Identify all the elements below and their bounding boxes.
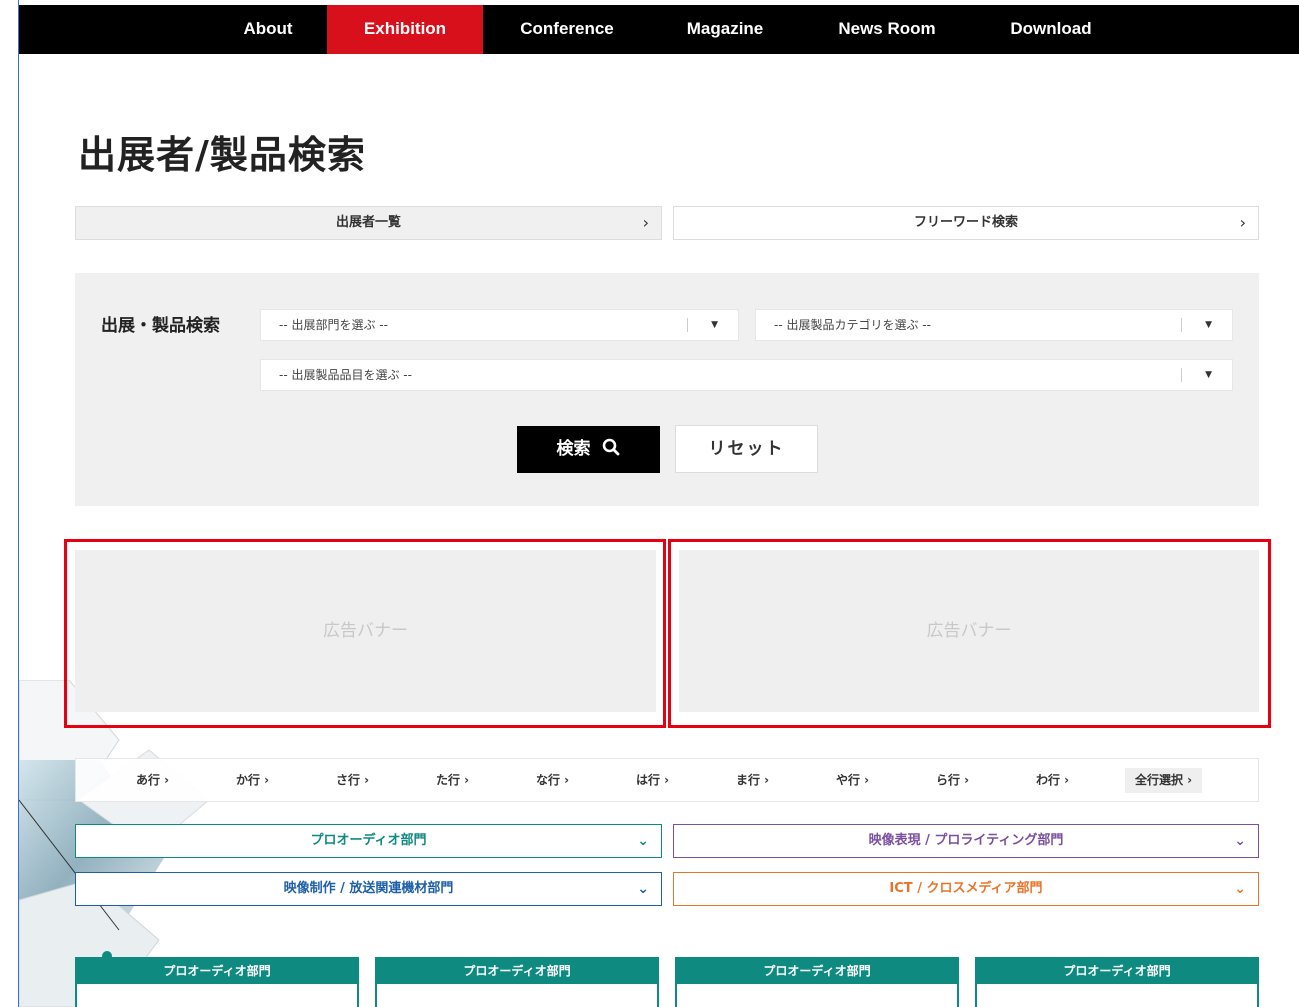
- caret-down-icon: ▼: [711, 320, 718, 330]
- kana-sa[interactable]: さ行 ›: [336, 759, 369, 801]
- kana-na[interactable]: な行 ›: [536, 759, 569, 801]
- tab-exhibitor-list[interactable]: 出展者一覧 ›: [75, 206, 662, 240]
- category-select[interactable]: -- 出展製品カテゴリを選ぶ -- ▼: [755, 309, 1233, 341]
- nav-magazine[interactable]: Magazine: [669, 5, 781, 54]
- kana-ra[interactable]: ら行 ›: [936, 759, 969, 801]
- exhibitor-card-header: プロオーディオ部門: [377, 959, 657, 984]
- tab-free-word-search-label: フリーワード検索: [913, 215, 1018, 230]
- chevron-right-icon: ›: [1239, 213, 1246, 232]
- kana-ta[interactable]: た行 ›: [436, 759, 469, 801]
- kana-select-all[interactable]: 全行選択 ›: [1125, 768, 1203, 793]
- exhibitor-card[interactable]: プロオーディオ部門: [675, 957, 959, 1007]
- nav-download[interactable]: Download: [991, 5, 1111, 54]
- search-button[interactable]: 検索: [517, 426, 660, 473]
- kana-ma[interactable]: ま行 ›: [736, 759, 769, 801]
- category-video-broadcast-label: 映像制作 / 放送関連機材部門: [283, 881, 454, 896]
- division-select-value: -- 出展部門を選ぶ --: [279, 318, 388, 332]
- search-panel: 出展・製品検索 -- 出展部門を選ぶ -- ▼ -- 出展製品カテゴリを選ぶ -…: [75, 273, 1259, 506]
- tab-free-word-search[interactable]: フリーワード検索 ›: [673, 206, 1259, 240]
- ad-banner-left[interactable]: 広告バナー: [75, 550, 656, 712]
- exhibitor-card-header: プロオーディオ部門: [677, 959, 957, 984]
- nav-conference[interactable]: Conference: [503, 5, 631, 54]
- caret-down-icon: ▼: [1205, 370, 1212, 380]
- exhibitor-card-header: プロオーディオ部門: [77, 959, 357, 984]
- chevron-down-icon: ⌄: [1234, 833, 1246, 849]
- chevron-right-icon: ›: [642, 213, 649, 232]
- exhibitor-card[interactable]: プロオーディオ部門: [375, 957, 659, 1007]
- chevron-down-icon: ⌄: [637, 881, 649, 897]
- select-divider: [1181, 318, 1182, 332]
- category-pro-audio[interactable]: プロオーディオ部門 ⌄: [75, 824, 662, 858]
- item-select[interactable]: -- 出展製品品目を選ぶ -- ▼: [260, 359, 1233, 391]
- category-video-broadcast[interactable]: 映像制作 / 放送関連機材部門 ⌄: [75, 872, 662, 906]
- item-select-value: -- 出展製品品目を選ぶ --: [279, 368, 412, 382]
- nav-news-room[interactable]: News Room: [819, 5, 955, 54]
- select-divider: [1181, 368, 1182, 382]
- kana-ya[interactable]: や行 ›: [836, 759, 869, 801]
- category-visual-lighting-label: 映像表現 / プロライティング部門: [868, 833, 1064, 848]
- exhibitor-card[interactable]: プロオーディオ部門: [75, 957, 359, 1007]
- category-ict-crossmedia[interactable]: ICT / クロスメディア部門 ⌄: [673, 872, 1259, 906]
- main-nav: About Exhibition Conference Magazine New…: [19, 5, 1299, 54]
- ad-banner-right[interactable]: 広告バナー: [679, 550, 1259, 712]
- nav-about[interactable]: About: [223, 5, 313, 54]
- page-title: 出展者/製品検索: [78, 133, 366, 177]
- category-select-value: -- 出展製品カテゴリを選ぶ --: [774, 318, 931, 332]
- kana-ka[interactable]: か行 ›: [236, 759, 269, 801]
- search-button-label: 検索: [556, 439, 591, 459]
- chevron-down-icon: ⌄: [1234, 881, 1246, 897]
- reset-button[interactable]: リセット: [675, 425, 818, 473]
- division-select[interactable]: -- 出展部門を選ぶ -- ▼: [260, 309, 739, 341]
- select-divider: [687, 318, 688, 332]
- search-icon: [603, 438, 620, 456]
- exhibitor-card-header: プロオーディオ部門: [977, 959, 1257, 984]
- kana-filter-row: あ行 › か行 › さ行 › た行 › な行 › は行 › ま行 › や行 › …: [75, 758, 1259, 802]
- kana-wa[interactable]: わ行 ›: [1036, 759, 1069, 801]
- caret-down-icon: ▼: [1205, 320, 1212, 330]
- kana-ha[interactable]: は行 ›: [636, 759, 669, 801]
- category-ict-crossmedia-label: ICT / クロスメディア部門: [889, 881, 1043, 896]
- nav-exhibition[interactable]: Exhibition: [327, 5, 483, 54]
- category-pro-audio-label: プロオーディオ部門: [310, 833, 427, 848]
- chevron-down-icon: ⌄: [637, 833, 649, 849]
- tab-exhibitor-list-label: 出展者一覧: [335, 215, 401, 230]
- kana-a[interactable]: あ行 ›: [136, 759, 169, 801]
- exhibitor-card[interactable]: プロオーディオ部門: [975, 957, 1259, 1007]
- search-panel-label: 出展・製品検索: [101, 316, 220, 336]
- category-visual-lighting[interactable]: 映像表現 / プロライティング部門 ⌄: [673, 824, 1259, 858]
